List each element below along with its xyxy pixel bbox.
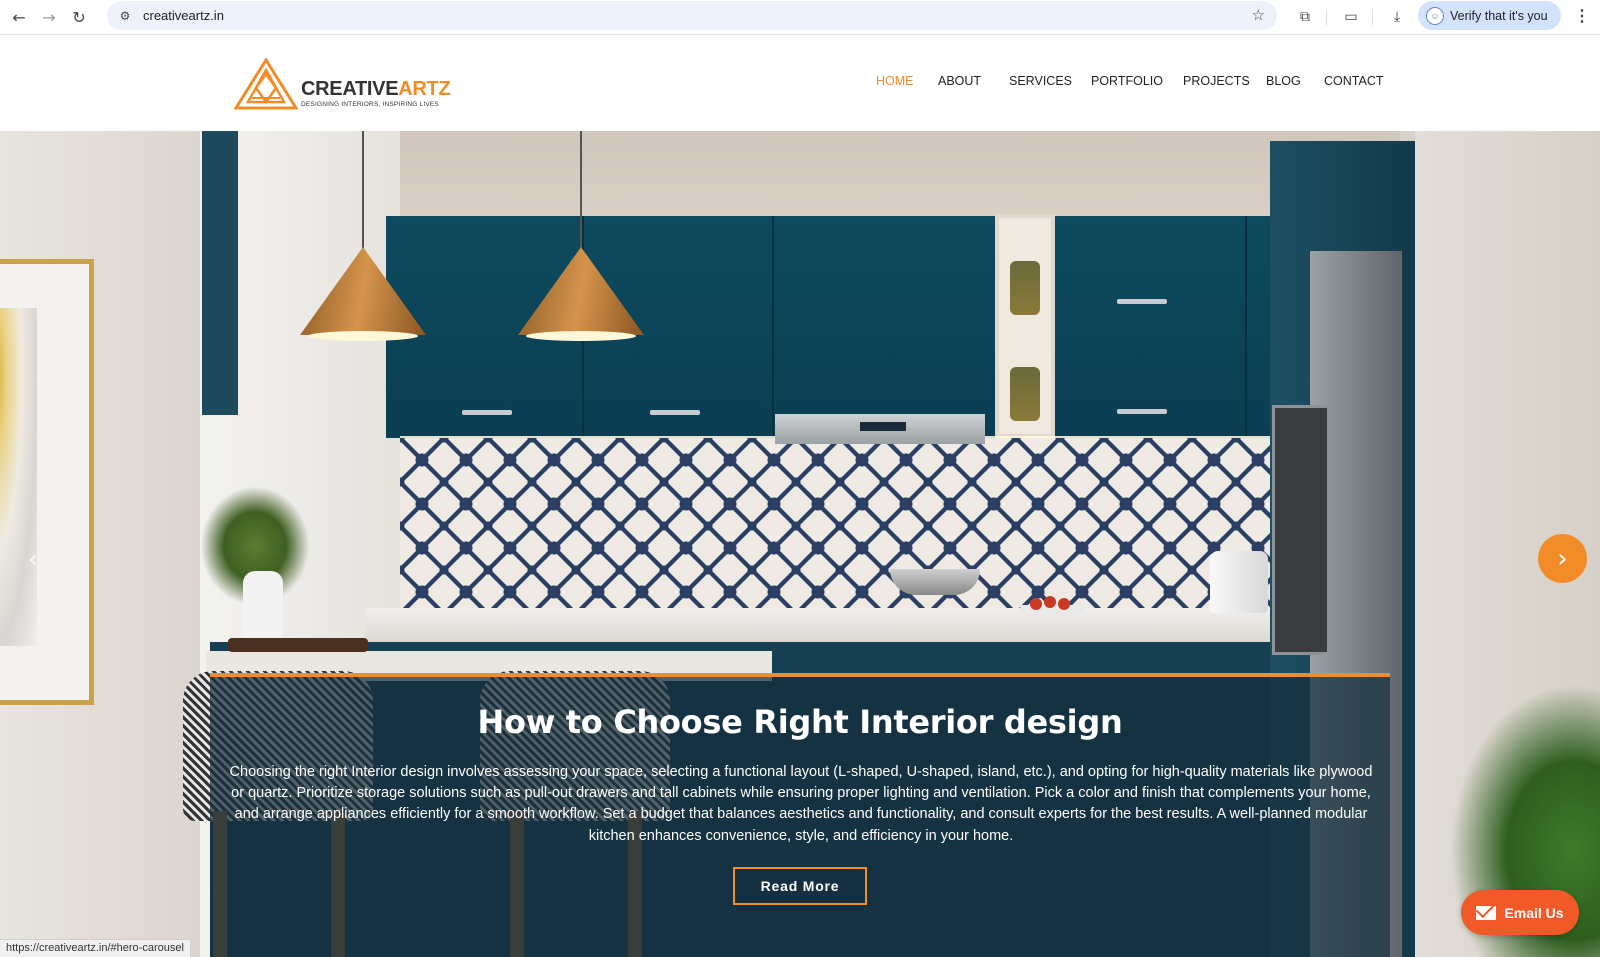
nav-projects[interactable]: PROJECTS <box>1183 74 1250 88</box>
hero-title: How to Choose Right Interior design <box>477 703 1123 741</box>
nav-contact[interactable]: CONTACT <box>1324 74 1384 88</box>
site-info-icon[interactable]: ⚙ <box>115 6 135 26</box>
status-bar-url: https://creativeartz.in/#hero-carousel <box>0 939 191 957</box>
cast-icon[interactable]: ▭ <box>1340 6 1362 28</box>
chevron-left-icon[interactable]: ‹ <box>28 545 48 573</box>
nav-home[interactable]: HOME <box>876 74 914 88</box>
nav-services[interactable]: SERVICES <box>1009 74 1072 88</box>
browser-toolbar: ← → ↻ ⚙ creativeartz.in ☆ ⧉ ▭ ⤓ ☺ Verify… <box>0 0 1600 35</box>
site-logo[interactable]: CREATIVEARTZ DESIGNING INTERIORS, INSPIR… <box>234 58 451 110</box>
logo-name-part2: ARTZ <box>398 78 451 100</box>
account-icon: ☺ <box>1426 6 1444 25</box>
back-arrow-icon[interactable]: ← <box>8 6 30 28</box>
logo-tagline: DESIGNING INTERIORS, INSPIRING LIVES <box>301 101 439 108</box>
logo-wordmark: CREATIVEARTZ <box>301 78 451 100</box>
reload-icon[interactable]: ↻ <box>68 6 90 28</box>
email-us-label: Email Us <box>1504 904 1564 921</box>
read-more-button[interactable]: Read More <box>733 867 867 905</box>
verify-identity-button[interactable]: ☺ Verify that it's you <box>1418 1 1561 30</box>
forward-arrow-icon[interactable]: → <box>38 6 60 28</box>
email-us-button[interactable]: Email Us <box>1461 890 1579 935</box>
address-bar[interactable]: ⚙ creativeartz.in ☆ <box>107 1 1277 30</box>
toolbar-divider <box>1326 9 1327 25</box>
hero-caption: How to Choose Right Interior design Choo… <box>210 673 1390 957</box>
carousel-next-button[interactable]: › <box>1538 534 1587 583</box>
nav-about[interactable]: ABOUT <box>938 74 981 88</box>
download-icon[interactable]: ⤓ <box>1386 6 1408 28</box>
url-text[interactable]: creativeartz.in <box>143 8 224 23</box>
envelope-icon <box>1476 905 1497 920</box>
star-icon[interactable]: ☆ <box>1252 6 1265 24</box>
verify-label: Verify that it's you <box>1450 8 1548 23</box>
nav-blog[interactable]: BLOG <box>1266 74 1301 88</box>
site-header: CREATIVEARTZ DESIGNING INTERIORS, INSPIR… <box>0 36 1600 131</box>
logo-mark-icon <box>234 58 298 110</box>
nav-portfolio[interactable]: PORTFOLIO <box>1091 74 1163 88</box>
hero-description: Choosing the right Interior design invol… <box>229 764 1373 844</box>
toolbar-divider <box>1372 9 1373 25</box>
hero-carousel: How to Choose Right Interior design Choo… <box>0 131 1600 957</box>
logo-name-part1: CREATIVE <box>301 78 399 100</box>
puzzle-icon[interactable]: ⧉ <box>1294 6 1316 28</box>
kebab-menu-icon[interactable]: ⋮ <box>1574 6 1590 26</box>
chevron-right-icon: › <box>1557 543 1568 574</box>
